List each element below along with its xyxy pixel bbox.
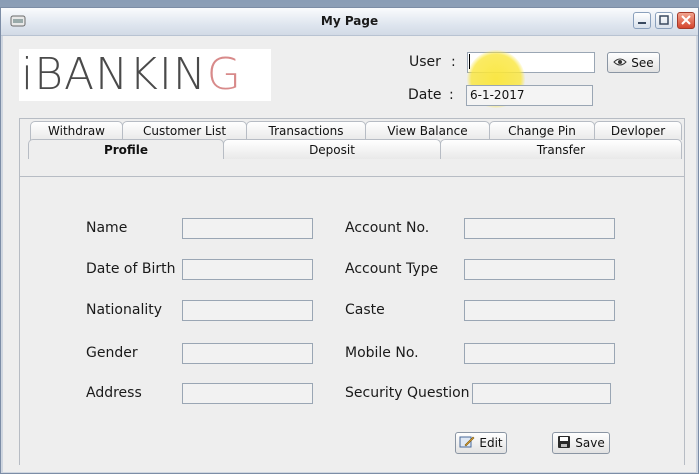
name-label: Name xyxy=(86,220,128,236)
save-button[interactable]: Save xyxy=(552,432,610,454)
gender-label: Gender xyxy=(86,345,138,361)
tab-view-balance[interactable]: View Balance xyxy=(365,121,490,140)
caste-field[interactable] xyxy=(464,300,615,321)
user-label: User xyxy=(409,54,441,70)
tab-withdraw[interactable]: Withdraw xyxy=(30,121,123,140)
nationality-label: Nationality xyxy=(86,302,163,318)
ibanking-logo: iBANKING xyxy=(19,49,271,101)
nationality-field[interactable] xyxy=(182,300,313,321)
name-field[interactable] xyxy=(182,218,313,239)
edit-icon xyxy=(459,435,475,452)
tab-profile[interactable]: Profile xyxy=(28,139,224,159)
tab-transfer[interactable]: Transfer xyxy=(440,139,682,159)
profile-form: Name Date of Birth Nationality Gender Ad… xyxy=(20,176,684,465)
main-window: My Page iBANKING User : See Date: 6-1-2… xyxy=(0,7,699,474)
tabbed-panel: Withdraw Customer List Transactions View… xyxy=(19,118,685,465)
account-no-label: Account No. xyxy=(345,220,430,236)
account-type-label: Account Type xyxy=(345,261,439,277)
address-label: Address xyxy=(86,385,142,401)
edit-label: Edit xyxy=(479,436,503,450)
see-button[interactable]: See xyxy=(607,52,660,73)
mobile-no-field[interactable] xyxy=(464,343,615,364)
security-question-label: Security Question xyxy=(345,385,470,401)
logo-text: iBANKING xyxy=(21,49,242,100)
save-icon xyxy=(557,435,571,452)
see-label: See xyxy=(631,55,654,70)
mobile-no-label: Mobile No. xyxy=(345,345,419,361)
user-input[interactable] xyxy=(467,52,595,73)
date-label: Date xyxy=(408,87,442,103)
window-content: iBANKING User : See Date : 6-1-2017 With… xyxy=(3,36,696,472)
maximize-button[interactable] xyxy=(655,12,673,29)
caste-label: Caste xyxy=(345,302,385,318)
gender-field[interactable] xyxy=(182,343,313,364)
tab-deposit[interactable]: Deposit xyxy=(223,139,441,159)
address-field[interactable] xyxy=(182,383,313,404)
date-of-birth-label: Date of Birth xyxy=(86,261,176,277)
tab-change-pin[interactable]: Change Pin xyxy=(489,121,595,140)
tab-devloper[interactable]: Devloper xyxy=(594,121,682,140)
eye-icon xyxy=(613,56,628,70)
account-no-field[interactable] xyxy=(464,218,615,239)
account-type-field[interactable] xyxy=(464,259,615,280)
date-of-birth-field[interactable] xyxy=(182,259,313,280)
title-bar[interactable]: My Page xyxy=(1,8,698,36)
text-caret xyxy=(469,54,470,69)
window-title: My Page xyxy=(320,14,379,28)
close-button[interactable] xyxy=(677,12,695,29)
save-label: Save xyxy=(575,436,605,450)
user-colon: : xyxy=(451,54,456,70)
date-colon: : xyxy=(449,87,454,103)
tab-customer-list[interactable]: Customer List xyxy=(122,121,247,140)
minimize-button[interactable] xyxy=(633,12,651,29)
security-question-field[interactable] xyxy=(472,383,611,404)
tab-transactions[interactable]: Transactions xyxy=(246,121,366,140)
date-field[interactable]: 6-1-2017 xyxy=(466,85,593,106)
edit-button[interactable]: Edit xyxy=(455,432,507,454)
